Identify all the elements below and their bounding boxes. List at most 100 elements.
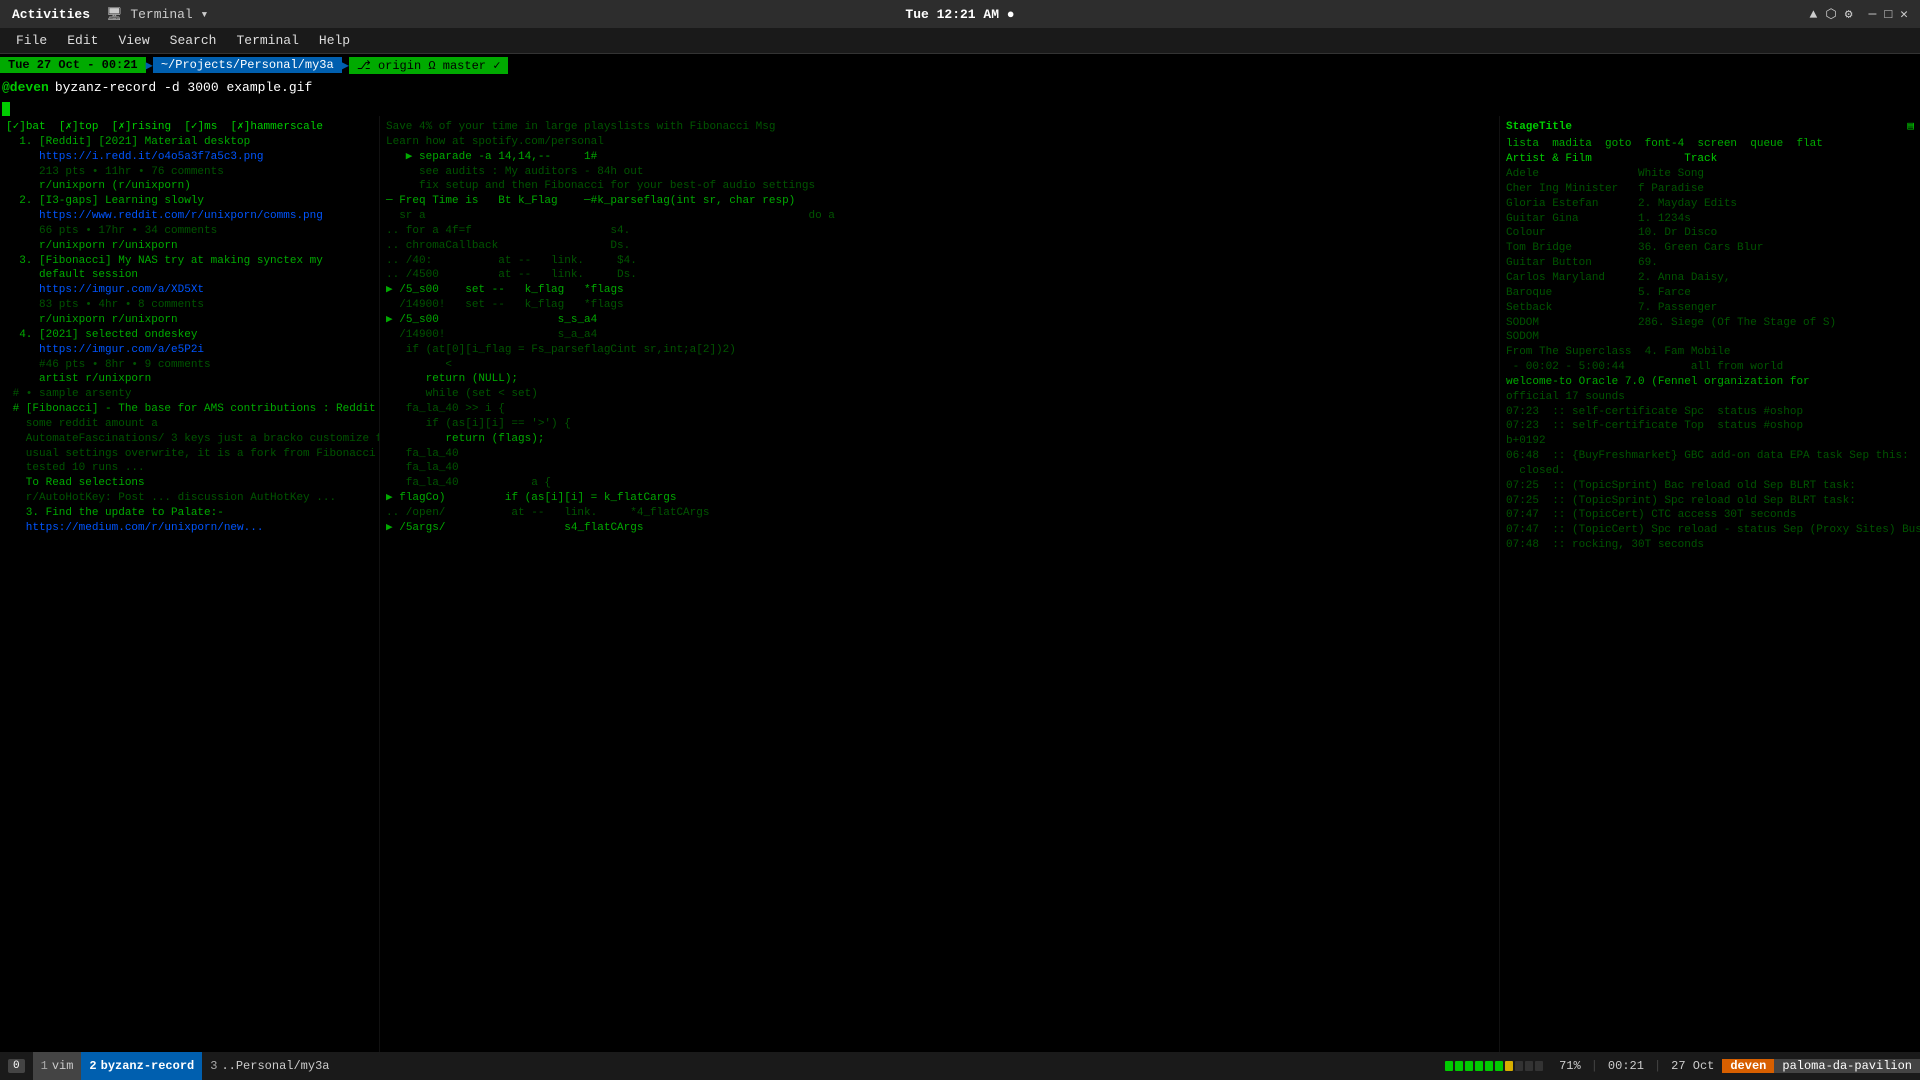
col2-line: fa_la_40 xyxy=(386,447,1493,462)
col1-line: # [Fibonacci] - The base for AMS contrib… xyxy=(6,402,373,417)
col2-line: fa_la_40 >> i { xyxy=(386,402,1493,417)
bat-seg-1 xyxy=(1445,1061,1453,1071)
menu-view[interactable]: View xyxy=(110,31,157,50)
col1-content: [✓]bat [✗]top [✗]rising [✓]ms [✗]hammers… xyxy=(6,120,373,536)
menu-terminal[interactable]: Terminal xyxy=(228,31,306,50)
bb-hostname: paloma-da-pavilion xyxy=(1774,1059,1920,1073)
col3-line: 07:25 :: (TopicSprint) Spc reload old Se… xyxy=(1506,494,1914,509)
col3-line: 07:48 :: rocking, 30T seconds xyxy=(1506,538,1914,553)
prompt-line: Tue 27 Oct - 00:21 ▶ ~/Projects/Personal… xyxy=(0,54,1920,76)
col1-line: 3. [Fibonacci] My NAS try at making sync… xyxy=(6,254,373,269)
col2-line: if (at[0][i_flag = Fs_parseflagCint sr,i… xyxy=(386,343,1493,358)
bb-tab1[interactable]: 1 vim xyxy=(33,1052,82,1080)
bb-sep2: | xyxy=(1652,1059,1663,1073)
col2-line: ▶ /5_s00 set -- k_flag *flags xyxy=(386,283,1493,298)
col1-line: r/unixporn r/unixporn xyxy=(6,239,373,254)
col1-line: https://i.redd.it/o4o5a3f7a5c3.png xyxy=(6,150,373,165)
bat-seg-10 xyxy=(1535,1061,1543,1071)
settings-icon[interactable]: ⚙ xyxy=(1845,7,1853,22)
tab2-label: byzanz-record xyxy=(101,1059,195,1073)
col3-line: official 17 sounds xyxy=(1506,390,1914,405)
col3-line: Baroque 5. Farce xyxy=(1506,286,1914,301)
col2-line: ─ Freq Time is Bt k_Flag ─#k_parseflag(i… xyxy=(386,194,1493,209)
network-icon: ⬡ xyxy=(1825,7,1836,22)
col2-content: Save 4% of your time in large playslists… xyxy=(386,120,1493,536)
bb-right: 71% | 00:21 | 27 Oct deven paloma-da-pav… xyxy=(1437,1052,1920,1080)
col2-line: fa_la_40 xyxy=(386,461,1493,476)
terminal: Tue 27 Oct - 00:21 ▶ ~/Projects/Personal… xyxy=(0,54,1920,1052)
col2-line: if (as[i][i] == '>') { xyxy=(386,417,1493,432)
tab3-label: ..Personal/my3a xyxy=(221,1059,329,1073)
col1-line: https://www.reddit.com/r/unixporn/comms.… xyxy=(6,209,373,224)
tab1-num: 1 xyxy=(41,1059,48,1073)
col2-line: < xyxy=(386,358,1493,373)
col1-line: https://imgur.com/a/e5P2i xyxy=(6,343,373,358)
menu-search[interactable]: Search xyxy=(162,31,225,50)
col3-line: 07:25 :: (TopicSprint) Bac reload old Se… xyxy=(1506,479,1914,494)
command-text: byzanz-record -d 3000 example.gif xyxy=(55,80,312,95)
bb-tab3[interactable]: 3 ..Personal/my3a xyxy=(202,1052,337,1080)
col2-line: ▶ separade -a 14,14,-- 1# xyxy=(386,150,1493,165)
col1-line: artist r/unixporn xyxy=(6,372,373,387)
col2-line: ▶ /5_s00 s_s_a4 xyxy=(386,313,1493,328)
datetime: Tue 12:21 AM ● xyxy=(905,7,1014,22)
col3-line: Guitar Gina 1. 1234s xyxy=(1506,212,1914,227)
col1-line: tested 10 runs ... xyxy=(6,461,373,476)
bat-seg-4 xyxy=(1475,1061,1483,1071)
git-branch-icon: Ω xyxy=(428,59,442,73)
menu-help[interactable]: Help xyxy=(311,31,358,50)
bb-time: 00:21 xyxy=(1600,1059,1652,1073)
col2-line: sr a do a xyxy=(386,209,1493,224)
col1-line: default session xyxy=(6,268,373,283)
col3-line: 07:47 :: (TopicCert) CTC access 30T seco… xyxy=(1506,508,1914,523)
window-minimize[interactable]: ─ xyxy=(1869,7,1877,22)
col3-line: closed. xyxy=(1506,464,1914,479)
col3: StageTitle ▤ lista madita goto font-4 sc… xyxy=(1500,116,1920,1052)
window-number: 0 xyxy=(8,1059,25,1073)
col2-line: Learn how at spotify.com/personal xyxy=(386,135,1493,150)
col1-line: AutomateFascinations/ 3 keys just a brac… xyxy=(6,432,373,447)
git-icon: ⎇ xyxy=(357,59,371,73)
col1-line: 3. Find the update to Palate:- xyxy=(6,506,373,521)
col2-line: ▶ /5args/ s4_flatCArgs xyxy=(386,521,1493,536)
col1-line: usual settings overwrite, it is a fork f… xyxy=(6,447,373,462)
col3-line: SODOM 286. Siege (Of The Stage of S) xyxy=(1506,316,1914,331)
menu-file[interactable]: File xyxy=(8,31,55,50)
col1-line: 2. [I3-gaps] Learning slowly xyxy=(6,194,373,209)
col2-line: .. /open/ at -- link. *4_flatCArgs xyxy=(386,506,1493,521)
col1-line: r/unixporn r/unixporn xyxy=(6,313,373,328)
col3-line: Carlos Maryland 2. Anna Daisy, xyxy=(1506,271,1914,286)
col3-icon: ▤ xyxy=(1907,120,1914,135)
col2-line: fix setup and then Fibonacci for your be… xyxy=(386,179,1493,194)
col2: Save 4% of your time in large playslists… xyxy=(380,116,1500,1052)
col3-line: Adele White Song xyxy=(1506,167,1914,182)
col1-line: some reddit amount a xyxy=(6,417,373,432)
col2-line: return (NULL); xyxy=(386,372,1493,387)
tab3-num: 3 xyxy=(210,1059,217,1073)
window-maximize[interactable]: □ xyxy=(1884,7,1892,22)
col3-line: Gloria Estefan 2. Mayday Edits xyxy=(1506,197,1914,212)
col2-line: while (set < set) xyxy=(386,387,1493,402)
col2-line: fa_la_40 a { xyxy=(386,476,1493,491)
menu-bar: File Edit View Search Terminal Help xyxy=(0,28,1920,54)
system-bar-left: Activities 🖥 Terminal ▾ xyxy=(12,7,208,22)
menu-edit[interactable]: Edit xyxy=(59,31,106,50)
terminal-content: [✓]bat [✗]top [✗]rising [✓]ms [✗]hammers… xyxy=(0,116,1920,1052)
col3-line: Artist & Film Track xyxy=(1506,152,1914,167)
system-bar: Activities 🖥 Terminal ▾ Tue 12:21 AM ● ▲… xyxy=(0,0,1920,28)
cursor xyxy=(2,102,10,116)
col1-line: https://medium.com/r/unixporn/new... xyxy=(6,521,373,536)
tab2-num: 2 xyxy=(89,1059,96,1073)
col3-line: From The Superclass 4. Fam Mobile xyxy=(1506,345,1914,360)
prompt-path: ~/Projects/Personal/my3a xyxy=(153,57,342,73)
bat-seg-2 xyxy=(1455,1061,1463,1071)
window-close[interactable]: ✕ xyxy=(1900,7,1908,22)
col3-line: Guitar Button 69. xyxy=(1506,256,1914,271)
col1-line: 83 pts • 4hr • 8 comments xyxy=(6,298,373,313)
col1-line: [✓]bat [✗]top [✗]rising [✓]ms [✗]hammers… xyxy=(6,120,373,135)
bb-tab2[interactable]: 2 byzanz-record xyxy=(81,1052,202,1080)
activities-label[interactable]: Activities xyxy=(12,7,90,22)
terminal-label[interactable]: 🖥 Terminal ▾ xyxy=(106,7,208,22)
bb-window-num: 0 xyxy=(0,1052,33,1080)
col1: [✓]bat [✗]top [✗]rising [✓]ms [✗]hammers… xyxy=(0,116,380,1052)
